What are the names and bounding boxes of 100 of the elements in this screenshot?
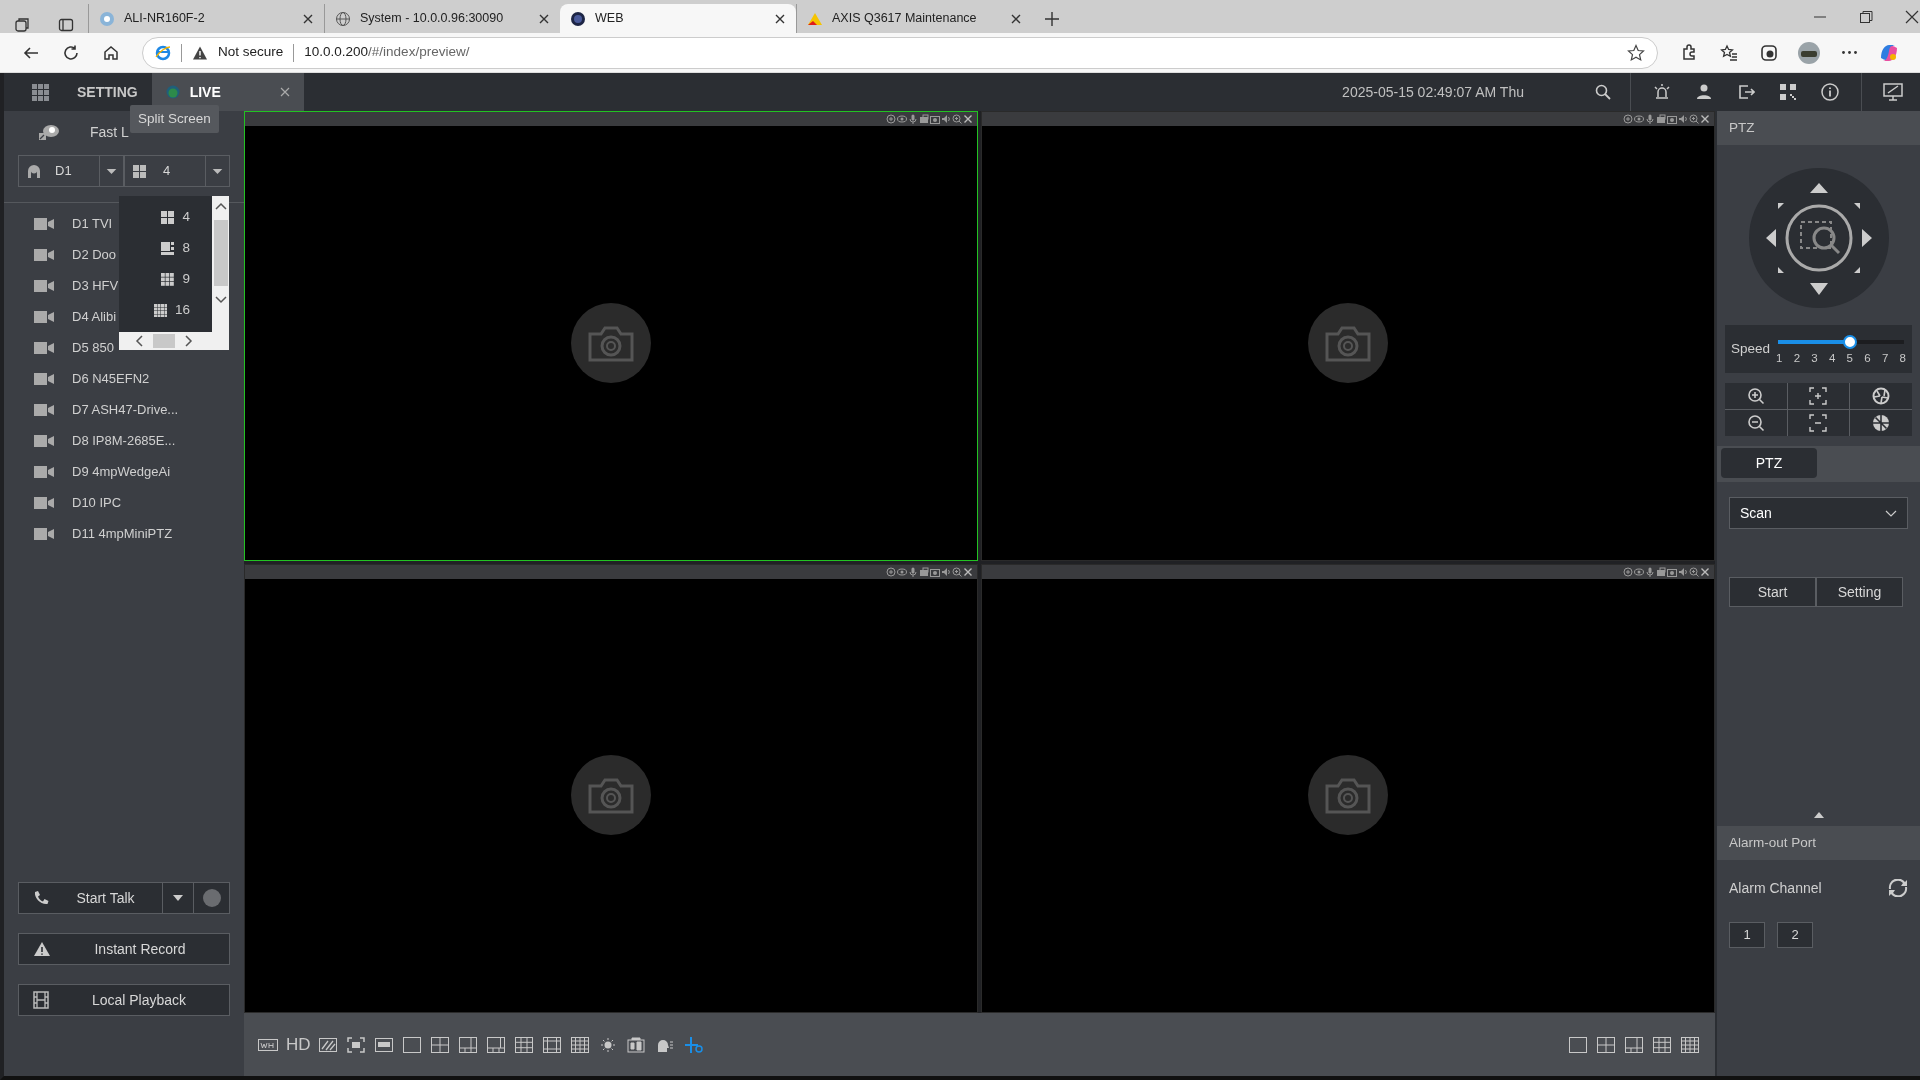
channel-item[interactable]: D3 HFV [34, 270, 119, 301]
toolbar-button[interactable] [1569, 1036, 1589, 1053]
channel-select[interactable]: D1 [18, 155, 124, 187]
ptz-tab[interactable]: PTZ [1721, 448, 1817, 478]
scroll-right-icon[interactable] [185, 335, 193, 347]
ptz-control-button[interactable] [1850, 410, 1912, 436]
split-option[interactable]: 8 [119, 233, 212, 264]
ptz-control-button[interactable] [1850, 383, 1912, 409]
speaker-icon[interactable] [941, 114, 951, 124]
snapshot-icon[interactable] [1667, 566, 1677, 577]
slider-thumb[interactable] [1842, 334, 1857, 349]
toolbar-button[interactable] [1653, 1036, 1673, 1053]
split-option[interactable]: 9 [119, 264, 212, 295]
refresh-icon[interactable] [1888, 879, 1908, 897]
snapshot-icon[interactable] [930, 566, 940, 577]
channel-item[interactable]: D5 850 [34, 332, 114, 363]
eye-icon[interactable] [897, 114, 907, 124]
new-tab-icon[interactable] [1044, 11, 1060, 27]
eye-icon[interactable] [897, 566, 907, 577]
scroll-left-icon[interactable] [135, 335, 143, 347]
eye-icon[interactable] [1634, 114, 1644, 124]
workspaces-icon[interactable] [14, 17, 30, 33]
channel-item[interactable]: D1 TVI [34, 208, 113, 239]
start-button[interactable]: Start [1729, 577, 1816, 607]
close-icon[interactable] [1700, 566, 1710, 577]
zoom-in-icon[interactable] [952, 566, 962, 577]
video-tile[interactable] [981, 111, 1715, 561]
toolbar-button[interactable] [346, 1036, 367, 1053]
fast-live-icon[interactable] [38, 123, 60, 141]
address-bar[interactable]: Not secure 10.0.0.200/#/index/preview/ [142, 36, 1658, 69]
microphone-icon[interactable] [908, 114, 918, 124]
restore-icon[interactable] [1858, 9, 1874, 25]
toolbar-button[interactable] [1597, 1036, 1617, 1053]
mode-select[interactable]: Scan [1729, 497, 1908, 529]
toolbar-button[interactable]: HD [286, 1031, 311, 1058]
local-playback-button[interactable]: Local Playback [18, 984, 230, 1016]
channel-item[interactable]: D8 IP8M-2685E... [34, 425, 176, 456]
toolbar-button[interactable] [258, 1036, 278, 1053]
ptz-control-button[interactable] [1787, 410, 1850, 436]
instant-record-button[interactable]: Instant Record [18, 933, 230, 965]
collapse-icon[interactable] [1813, 812, 1824, 818]
toolbar-button[interactable] [570, 1036, 591, 1053]
setting-button[interactable]: Setting [1816, 577, 1903, 607]
start-talk-button[interactable]: Start Talk [18, 882, 163, 914]
toolbar-button[interactable] [486, 1036, 507, 1053]
toolbar-button[interactable] [514, 1036, 535, 1053]
alarm-port-button[interactable]: 2 [1777, 922, 1813, 948]
video-tile[interactable] [981, 563, 1715, 1013]
toolbar-button[interactable] [374, 1036, 395, 1053]
microphone-icon[interactable] [908, 566, 918, 577]
scrollbar-thumb[interactable] [153, 334, 175, 348]
split-option[interactable]: 16 [119, 295, 212, 326]
toolbar-button[interactable] [1681, 1036, 1701, 1053]
eye-icon[interactable] [1634, 566, 1644, 577]
zoom-in-icon[interactable] [1689, 114, 1699, 124]
zoom-in-icon[interactable] [952, 114, 962, 124]
toolbar-button[interactable] [430, 1036, 451, 1053]
video-tile[interactable] [244, 563, 978, 1013]
toolbar-button[interactable] [542, 1036, 563, 1053]
close-icon[interactable] [1700, 114, 1710, 124]
tab-actions-icon[interactable] [58, 17, 74, 33]
snapshot-icon[interactable] [930, 114, 940, 124]
zoom-in-icon[interactable] [1689, 566, 1699, 577]
microphone-icon[interactable] [1645, 566, 1655, 577]
toolbar-button[interactable] [402, 1036, 423, 1053]
ptz-control-button[interactable] [1787, 383, 1850, 409]
channel-item[interactable]: D7 ASH47-Drive... [34, 394, 179, 425]
browser-tab[interactable]: WEB [560, 4, 796, 33]
direction-pad[interactable] [1747, 167, 1890, 309]
close-icon[interactable] [1904, 9, 1920, 25]
scrollbar-thumb[interactable] [213, 220, 228, 286]
snapshot-icon[interactable] [1667, 114, 1677, 124]
close-icon[interactable] [538, 12, 550, 25]
split-select[interactable]: 4 [124, 155, 230, 187]
close-icon[interactable] [1010, 12, 1022, 25]
channel-item[interactable]: D11 4mpMiniPTZ [34, 518, 173, 549]
ptz-control-button[interactable] [1725, 410, 1787, 436]
channel-item[interactable]: D4 Alibi [34, 301, 117, 332]
star-icon[interactable] [1627, 43, 1645, 62]
nav-tab[interactable]: LIVE [151, 73, 304, 111]
close-icon[interactable] [963, 114, 973, 124]
talk-options-button[interactable] [163, 882, 194, 914]
scroll-down-icon[interactable] [214, 296, 227, 304]
toolbar-button[interactable] [1625, 1036, 1645, 1053]
close-icon[interactable] [963, 566, 973, 577]
channel-item[interactable]: D9 4mpWedgeAi [34, 456, 171, 487]
close-icon[interactable] [302, 12, 314, 25]
channel-item[interactable]: D6 N45EFN2 [34, 363, 150, 394]
channel-item[interactable]: D10 IPC [34, 487, 122, 518]
channel-item[interactable]: D2 Doo [34, 239, 117, 270]
close-icon[interactable] [774, 12, 786, 25]
toolbar-button[interactable] [318, 1036, 339, 1053]
speaker-icon[interactable] [1678, 566, 1688, 577]
toolbar-button[interactable] [458, 1036, 479, 1053]
scroll-up-icon[interactable] [214, 202, 227, 210]
microphone-icon[interactable] [1645, 114, 1655, 124]
split-option[interactable]: 4 [119, 202, 212, 233]
ptz-control-button[interactable] [1725, 383, 1787, 409]
speaker-icon[interactable] [1678, 114, 1688, 124]
speaker-icon[interactable] [941, 566, 951, 577]
